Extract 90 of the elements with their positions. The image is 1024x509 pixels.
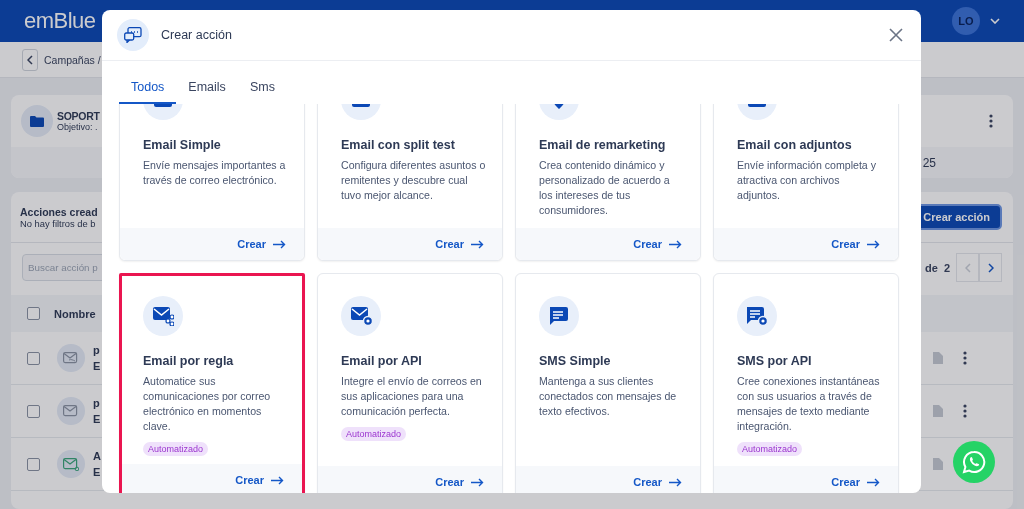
action-name[interactable]: A [93, 448, 101, 464]
card-title: SMS por API [737, 354, 812, 368]
action-name[interactable]: p [93, 342, 101, 358]
arrow-right-icon [669, 239, 682, 249]
kebab-menu-icon[interactable] [963, 404, 967, 418]
create-link[interactable]: Crear [831, 476, 880, 488]
envelope-icon [63, 351, 79, 365]
tab[interactable]: Sms [237, 76, 287, 104]
campaign-name: SOPORT [57, 110, 100, 122]
dialog-title: Crear acción [161, 28, 232, 42]
action-card[interactable]: Email con split test Configura diferentes asuntos o remitentes y descubre cual tuvo mejor alcance. Crear [317, 104, 503, 261]
panel-title: Acciones cread [20, 205, 98, 218]
automated-tag: Automatizado [341, 427, 407, 441]
card-title: Email por API [341, 354, 422, 368]
envelope-share-icon [152, 306, 174, 326]
card-description: Automatice sus comunicaciones por correo electrónico en momentos clave. [143, 374, 272, 434]
action-card[interactable]: Email Simple Envíe mensajes importantes a través de correo electrónico. Crear [119, 104, 305, 261]
chat-bubbles-icon [124, 27, 142, 43]
tab[interactable]: Emails [176, 76, 238, 104]
action-type: E [93, 412, 101, 427]
checkbox[interactable] [27, 457, 40, 471]
action-card[interactable]: Email de remarketing Crea contenido dinámico y personalizado de acuerdo a los intereses de tus consumidores. Crear [515, 104, 701, 261]
column-header[interactable]: Nombre [54, 307, 96, 320]
close-icon [888, 27, 904, 43]
card-description: Crea contenido dinámico y personalizado de acuerdo a los intereses de tus consumidores. [539, 158, 671, 218]
card-description: Cree conexiones instantáneas con sus usuarios a través de mensajes de texto mediante integración. [737, 374, 881, 434]
automated-tag: Automatizado [143, 442, 209, 456]
action-card[interactable]: SMS por API Cree conexiones instantáneas con sus usuarios a través de mensajes de texto mediante integración. Automatizado Crear [713, 273, 899, 493]
logo: emBlue [24, 8, 96, 34]
document-icon[interactable] [933, 405, 943, 417]
chat-gear-icon [747, 306, 767, 326]
automated-tag: Automatizado [737, 442, 803, 456]
card-description: Envíe mensajes importantes a través de correo electrónico. [143, 158, 287, 188]
action-card[interactable]: SMS Simple Mantenga a sus clientes conectados con mensajes de texto efectivos. Crear [515, 273, 701, 493]
close-button[interactable] [888, 27, 904, 43]
arrow-right-icon [273, 239, 286, 249]
create-link[interactable]: Crear [237, 238, 286, 250]
arrow-right-icon [867, 477, 880, 487]
checkbox[interactable] [27, 351, 40, 365]
envelope-gear-icon [350, 306, 372, 326]
chevron-down-icon[interactable] [990, 18, 1000, 24]
card-title: SMS Simple [539, 354, 611, 368]
action-card[interactable]: Email con adjuntos Envíe información completa y atractiva con archivos adjuntos. Crear [713, 104, 899, 261]
create-link[interactable]: Crear [435, 476, 484, 488]
chevron-left-icon [27, 54, 33, 65]
next-page-button[interactable] [979, 253, 1002, 282]
arrow-right-icon [669, 477, 682, 487]
checkbox[interactable] [27, 307, 40, 320]
action-type: E [93, 359, 101, 374]
card-title: Email con adjuntos [737, 138, 852, 152]
arrow-right-icon [471, 239, 484, 249]
action-type: E [93, 465, 101, 480]
document-icon[interactable] [933, 352, 943, 364]
page-count: 2 [943, 261, 950, 274]
card-title: Email Simple [143, 138, 221, 152]
create-link[interactable]: Crear [633, 238, 682, 250]
campaign-value: 25 [922, 155, 936, 170]
card-title: Email por regla [143, 354, 234, 368]
arrow-right-icon [271, 475, 284, 485]
pagination-label: de [925, 261, 938, 274]
folder-icon [30, 115, 44, 127]
card-title: Email de remarketing [539, 138, 666, 152]
action-card[interactable]: Email por regla Automatice sus comunicaciones por correo electrónico en momentos clave. Automatizado Crear [119, 273, 305, 493]
card-title: Email con split test [341, 138, 455, 152]
checkbox[interactable] [27, 404, 40, 418]
arrow-right-icon [867, 239, 880, 249]
create-link[interactable]: Crear [831, 238, 880, 250]
chat-bubble-phone-icon [962, 450, 986, 474]
kebab-menu-icon[interactable] [989, 114, 993, 128]
create-link[interactable]: Crear [435, 238, 484, 250]
back-button[interactable] [22, 48, 38, 71]
card-description: Mantenga a sus clientes conectados con mensajes de texto efectivos. [539, 374, 678, 419]
arrow-right-icon [471, 477, 484, 487]
campaign-objective: Objetivo: . [57, 122, 99, 132]
action-card[interactable]: Email por API Integre el envío de correos en sus aplicaciones para una comunicación perfecta. Automatizado Crear [317, 273, 503, 493]
envelope-share-icon [63, 457, 79, 471]
card-description: Configura diferentes asuntos o remitentes y descubre cual tuvo mejor alcance. [341, 158, 486, 203]
kebab-menu-icon[interactable] [963, 351, 967, 365]
envelope-icon [63, 404, 79, 418]
action-name[interactable]: p [93, 395, 101, 411]
chevron-right-icon [987, 262, 994, 273]
card-description: Integre el envío de correos en sus aplicaciones para una comunicación perfecta. [341, 374, 483, 419]
card-description: Envíe información completa y atractiva con archivos adjuntos. [737, 158, 877, 203]
chat-bubble-icon [550, 307, 568, 325]
panel-subtitle: No hay filtros de b [20, 217, 97, 229]
chevron-left-icon [964, 262, 971, 273]
document-icon[interactable] [933, 458, 943, 470]
create-link[interactable]: Crear [235, 474, 284, 486]
create-link[interactable]: Crear [633, 476, 682, 488]
breadcrumb-link[interactable]: Campañas / [44, 53, 101, 66]
